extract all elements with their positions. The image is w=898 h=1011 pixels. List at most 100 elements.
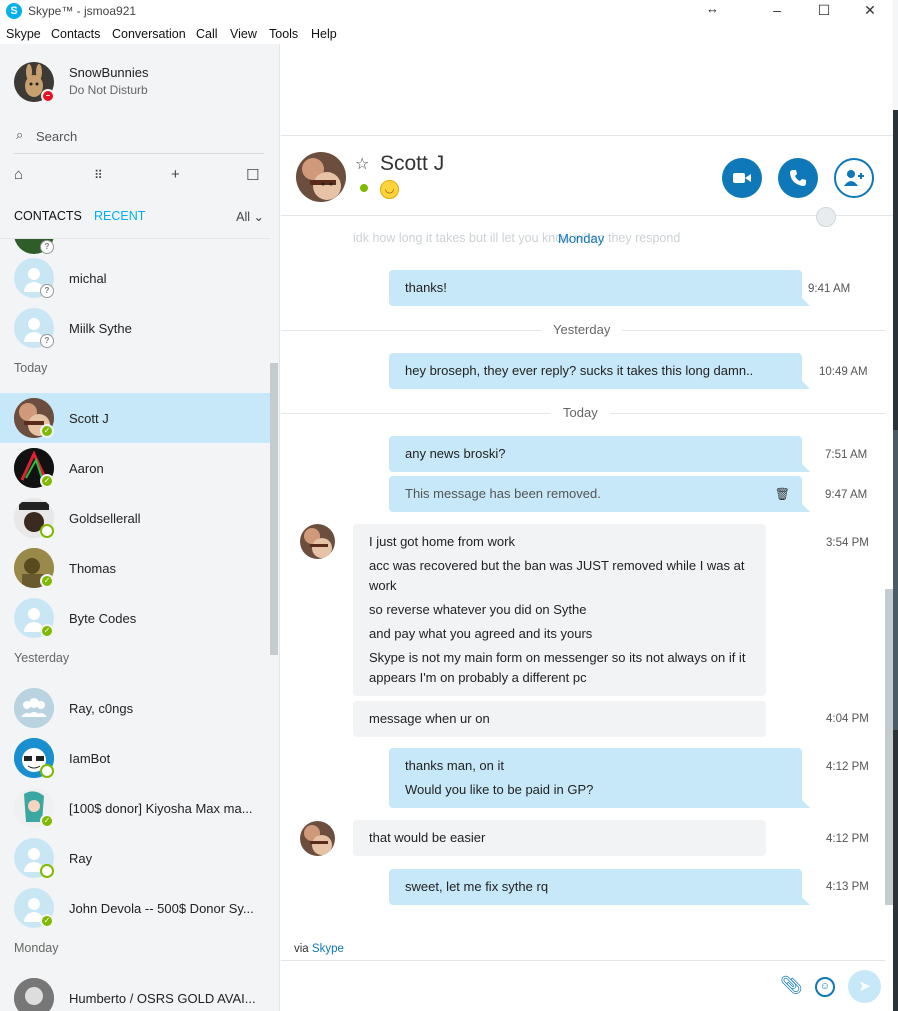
search-icon: ⌕ bbox=[16, 127, 24, 142]
outgoing-message[interactable]: thanks! bbox=[389, 270, 810, 306]
conversation-pane: ☆ Scott J ◡ idk how long it takes but il… bbox=[281, 44, 893, 1011]
chevron-down-icon: ⌄ bbox=[253, 210, 264, 224]
video-call-button[interactable] bbox=[722, 158, 762, 198]
tab-recent[interactable]: RECENT bbox=[94, 209, 145, 223]
sidebar-scrollbar[interactable] bbox=[270, 363, 278, 655]
tab-contacts[interactable]: CONTACTS bbox=[14, 209, 82, 223]
message-time: 4:13 PM bbox=[826, 881, 869, 893]
incoming-message[interactable]: I just got home from work acc was recove… bbox=[353, 524, 766, 696]
menu-bar: Skype Contacts Conversation Call View To… bbox=[0, 24, 893, 44]
removed-message[interactable]: This message has been removed. 🗑 bbox=[389, 476, 810, 512]
date-divider: Monday bbox=[281, 230, 885, 250]
bot-icon[interactable]: ☐ bbox=[246, 166, 259, 184]
list-item[interactable]: Humberto / OSRS GOLD AVAI... bbox=[0, 973, 270, 1011]
trash-icon[interactable]: 🗑 bbox=[775, 484, 790, 504]
message-time: 4:04 PM bbox=[826, 713, 869, 725]
window-edge bbox=[893, 0, 898, 1011]
section-today: Today bbox=[14, 361, 48, 375]
message-text: that would be easier bbox=[369, 830, 486, 845]
outgoing-message[interactable]: any news broski? bbox=[389, 436, 810, 472]
emoticon-icon[interactable]: ☺ bbox=[815, 977, 835, 997]
sidebar: – SnowBunnies Do Not Disturb ⌕ ⌂ ⠿ + ☐ C… bbox=[0, 44, 280, 1011]
message-text: message when ur on bbox=[369, 711, 490, 726]
list-item[interactable]: ✓ Byte Codes bbox=[0, 593, 270, 643]
offline-status-icon bbox=[40, 864, 54, 878]
via-label: via bbox=[294, 943, 309, 955]
contact-name: Goldsellerall bbox=[69, 511, 141, 526]
home-icon[interactable]: ⌂ bbox=[14, 166, 23, 183]
menu-help[interactable]: Help bbox=[311, 27, 337, 41]
skype-logo-icon: S bbox=[6, 3, 22, 19]
paperclip-icon[interactable]: 📎︎ bbox=[780, 975, 803, 996]
contact-name: John Devola -- 500$ Donor Sy... bbox=[69, 901, 254, 916]
message-time: 9:41 AM bbox=[808, 283, 851, 295]
incoming-message[interactable]: that would be easier bbox=[353, 820, 766, 856]
minimize-button[interactable]: – bbox=[754, 0, 800, 22]
maximize-button[interactable]: ☐ bbox=[801, 0, 847, 22]
message-text: I just got home from work bbox=[369, 534, 515, 549]
menu-skype[interactable]: Skype bbox=[6, 27, 41, 41]
conversation-scrollbar[interactable] bbox=[885, 589, 893, 905]
sender-avatar[interactable] bbox=[300, 821, 335, 856]
list-item[interactable]: ? michal bbox=[0, 253, 270, 303]
list-item[interactable]: Goldsellerall bbox=[0, 493, 270, 543]
resize-icon[interactable]: ↔ bbox=[706, 1, 719, 16]
list-item[interactable]: ? Miilk Sythe bbox=[0, 303, 270, 353]
skype-link[interactable]: Skype bbox=[312, 943, 344, 955]
dialpad-icon[interactable]: ⠿ bbox=[94, 168, 103, 182]
message-time: 3:54 PM bbox=[826, 537, 869, 549]
filter-dropdown[interactable]: All ⌄ bbox=[236, 209, 264, 224]
list-item[interactable]: ✓ Aaron bbox=[0, 443, 270, 493]
filter-label: All bbox=[236, 210, 251, 224]
profile-name: SnowBunnies bbox=[69, 65, 149, 80]
unknown-status-icon: ? bbox=[40, 240, 54, 254]
add-icon[interactable]: + bbox=[171, 166, 180, 183]
close-button[interactable]: ✕ bbox=[847, 0, 893, 22]
contact-name: Byte Codes bbox=[69, 611, 137, 626]
send-button[interactable]: ➤ bbox=[848, 970, 881, 1003]
message-composer: 📎︎ ☺ ➤ bbox=[281, 960, 885, 1011]
list-item[interactable]: Ray bbox=[0, 833, 270, 883]
online-status-icon: ✓ bbox=[40, 574, 54, 588]
message-time: 4:12 PM bbox=[826, 833, 869, 845]
my-profile[interactable]: – SnowBunnies Do Not Disturb bbox=[14, 60, 274, 104]
contact-name: Humberto / OSRS GOLD AVAI... bbox=[69, 991, 256, 1006]
offline-status-icon bbox=[40, 764, 54, 778]
recent-list: ? ? michal ? Miilk Sythe Today ✓ Scott J… bbox=[0, 238, 270, 1011]
menu-tools[interactable]: Tools bbox=[269, 27, 298, 41]
list-item[interactable]: ✓ John Devola -- 500$ Donor Sy... bbox=[0, 883, 270, 933]
window-title: Skype™ - jsmoa921 bbox=[28, 4, 137, 18]
call-button[interactable] bbox=[778, 158, 818, 198]
message-input[interactable] bbox=[293, 973, 773, 997]
add-people-button[interactable] bbox=[834, 158, 874, 198]
outgoing-message[interactable]: hey broseph, they ever reply? sucks it t… bbox=[389, 353, 810, 389]
outgoing-message[interactable]: thanks man, on it Would you like to be p… bbox=[389, 748, 810, 808]
online-status-icon: ✓ bbox=[40, 914, 54, 928]
date-divider: Today bbox=[281, 404, 885, 424]
list-item[interactable]: IamBot bbox=[0, 733, 270, 783]
message-time: 10:49 AM bbox=[819, 366, 868, 378]
menu-conversation[interactable]: Conversation bbox=[112, 27, 186, 41]
menu-contacts[interactable]: Contacts bbox=[51, 27, 100, 41]
favorite-star-icon[interactable]: ☆ bbox=[355, 154, 369, 174]
outgoing-message[interactable]: sweet, let me fix sythe rq bbox=[389, 869, 810, 905]
list-item[interactable]: ✓ Scott J bbox=[0, 393, 270, 443]
menu-view[interactable]: View bbox=[230, 27, 257, 41]
group-avatar bbox=[14, 688, 54, 728]
search-box[interactable]: ⌕ bbox=[14, 124, 264, 154]
incoming-message[interactable]: message when ur on bbox=[353, 701, 766, 737]
list-item[interactable]: Ray, c0ngs bbox=[0, 683, 270, 733]
date-divider: Yesterday bbox=[281, 321, 885, 341]
contact-name: Scott J bbox=[380, 152, 445, 175]
dnd-status-icon: – bbox=[41, 89, 55, 103]
message-time: 4:12 PM bbox=[826, 761, 869, 773]
search-input[interactable] bbox=[36, 126, 256, 146]
message-text: acc was recovered but the ban was JUST r… bbox=[369, 558, 745, 593]
list-item[interactable]: ✓ Thomas bbox=[0, 543, 270, 593]
message-text: Skype is not my main form on messenger s… bbox=[369, 650, 746, 685]
list-item[interactable]: ✓ [100$ donor] Kiyosha Max ma... bbox=[0, 783, 270, 833]
contact-name: Thomas bbox=[69, 561, 116, 576]
sender-avatar[interactable] bbox=[300, 524, 335, 559]
contact-avatar[interactable] bbox=[296, 152, 346, 202]
menu-call[interactable]: Call bbox=[196, 27, 218, 41]
